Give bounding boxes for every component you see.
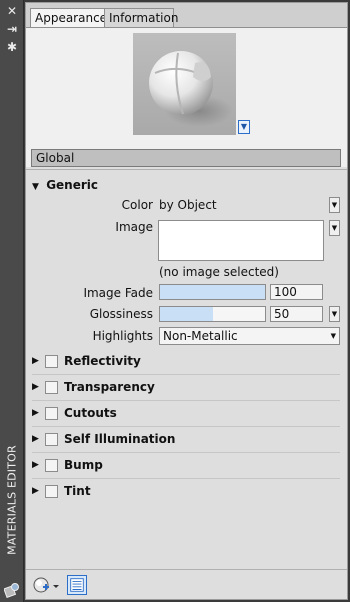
bump-label: Bump	[64, 458, 103, 472]
material-browser-icon[interactable]	[67, 575, 87, 595]
glossiness-label: Glossiness	[89, 307, 153, 321]
expand-right-icon: ▶	[32, 408, 39, 418]
preview-options-dropdown[interactable]: ▼	[238, 120, 250, 134]
self-illumination-label: Self Illumination	[64, 432, 176, 446]
bottom-toolbar	[26, 569, 347, 599]
glossiness-slider[interactable]	[159, 306, 266, 322]
reflectivity-checkbox[interactable]	[45, 355, 58, 368]
image-fade-slider[interactable]	[159, 284, 266, 300]
window-title: MATERIALS EDITOR	[5, 445, 19, 555]
auto-hide-icon[interactable]: ⇥	[5, 22, 19, 36]
section-tint[interactable]: ▶ Tint	[32, 479, 340, 505]
material-name-field[interactable]: Global	[31, 149, 341, 167]
expand-right-icon: ▶	[32, 460, 39, 470]
glossiness-dropdown-button[interactable]: ▼	[329, 306, 340, 322]
materials-editor-panel: Appearance Information ▼ Global ▼ Generi…	[25, 2, 348, 600]
color-value: by Object	[159, 198, 217, 212]
transparency-label: Transparency	[64, 380, 155, 394]
palette-icon[interactable]	[4, 582, 20, 598]
reflectivity-label: Reflectivity	[64, 354, 141, 368]
expand-right-icon: ▶	[32, 382, 39, 392]
image-slot[interactable]	[158, 220, 324, 261]
section-self-illumination[interactable]: ▶ Self Illumination	[32, 427, 340, 453]
expand-right-icon: ▶	[32, 486, 39, 496]
image-fade-label: Image Fade	[83, 286, 153, 300]
expand-down-icon: ▼	[32, 182, 39, 192]
image-dropdown-button[interactable]: ▼	[329, 220, 340, 236]
section-generic-label: Generic	[46, 178, 99, 192]
expand-right-icon: ▶	[32, 356, 39, 366]
title-strip: ✕ ⇥ ✱ MATERIALS EDITOR	[0, 0, 24, 602]
cutouts-label: Cutouts	[64, 406, 117, 420]
preview-area: ▼ Global	[26, 27, 347, 167]
transparency-checkbox[interactable]	[45, 381, 58, 394]
image-fade-fill	[160, 285, 265, 299]
expand-right-icon: ▶	[32, 434, 39, 444]
highlights-select[interactable]: Non-Metallic ▼	[159, 327, 340, 345]
highlights-value: Non-Metallic	[163, 329, 238, 343]
section-transparency[interactable]: ▶ Transparency	[32, 375, 340, 401]
tab-information[interactable]: Information	[104, 8, 178, 28]
chevron-down-icon: ▼	[330, 332, 336, 340]
color-label: Color	[121, 198, 153, 212]
image-fade-input[interactable]: 100	[270, 284, 323, 300]
close-icon[interactable]: ✕	[5, 4, 19, 18]
section-reflectivity[interactable]: ▶ Reflectivity	[32, 349, 340, 375]
tint-label: Tint	[64, 484, 91, 498]
material-preview[interactable]	[133, 33, 236, 135]
section-bump[interactable]: ▶ Bump	[32, 453, 340, 479]
properties-area: ▼ Generic Color by Object ▼ Image ▼ (no …	[26, 170, 347, 570]
highlights-label: Highlights	[92, 329, 153, 343]
gear-icon[interactable]: ✱	[5, 40, 19, 54]
glossiness-fill	[160, 307, 213, 321]
self-illumination-checkbox[interactable]	[45, 433, 58, 446]
create-material-icon[interactable]	[32, 575, 60, 595]
section-cutouts[interactable]: ▶ Cutouts	[32, 401, 340, 427]
image-label: Image	[115, 220, 153, 234]
color-dropdown-button[interactable]: ▼	[329, 197, 340, 213]
chevron-down-icon: ▼	[240, 122, 248, 131]
tab-bar: Appearance Information	[26, 3, 347, 29]
image-status: (no image selected)	[159, 265, 279, 279]
glossiness-input[interactable]: 50	[270, 306, 323, 322]
cutouts-checkbox[interactable]	[45, 407, 58, 420]
tab-appearance[interactable]: Appearance	[30, 8, 107, 29]
bump-checkbox[interactable]	[45, 459, 58, 472]
tint-checkbox[interactable]	[45, 485, 58, 498]
section-generic-header[interactable]: ▼ Generic	[32, 178, 98, 192]
